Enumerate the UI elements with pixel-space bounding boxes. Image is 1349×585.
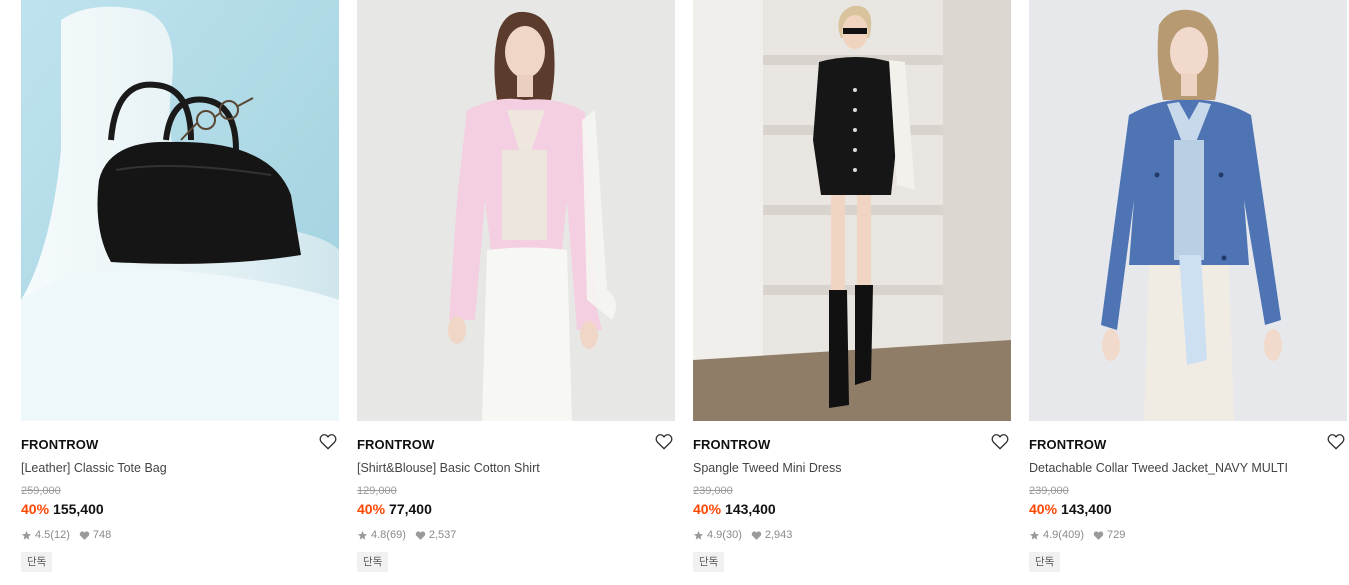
product-card[interactable]: FRONTROW [Shirt&Blouse] Basic Cotton Shi… [357, 0, 675, 585]
price-line: 40% 77,400 [357, 501, 432, 517]
product-grid: FRONTROW [Leather] Classic Tote Bag 259,… [21, 0, 1347, 585]
discount-rate: 40% [1029, 501, 1058, 517]
like-heart-icon [751, 530, 762, 541]
product-name[interactable]: Spangle Tweed Mini Dress [693, 461, 841, 475]
price-line: 40% 143,400 [1029, 501, 1112, 517]
bag-photo-illustration [21, 0, 339, 421]
rating-value: 4.8 [371, 529, 387, 541]
original-price: 239,000 [693, 485, 733, 497]
like-count: 748 [92, 529, 112, 541]
product-card[interactable]: FRONTROW Spangle Tweed Mini Dress 239,00… [693, 0, 1011, 585]
dress-photo-illustration [693, 0, 1011, 421]
original-price: 259,000 [21, 485, 61, 497]
rating-likes: 4.5 (12) 748 [21, 529, 111, 541]
sale-price: 143,400 [1061, 501, 1112, 517]
price-line: 40% 155,400 [21, 501, 104, 517]
star-icon [357, 530, 368, 541]
product-image-shirt[interactable] [357, 0, 675, 421]
star-icon [21, 530, 32, 541]
product-card[interactable]: FRONTROW [Leather] Classic Tote Bag 259,… [21, 0, 339, 585]
original-price: 129,000 [357, 485, 397, 497]
discount-rate: 40% [693, 501, 722, 517]
brand-name[interactable]: FRONTROW [21, 437, 98, 452]
jacket-photo-illustration [1029, 0, 1347, 421]
product-image-bag[interactable] [21, 0, 339, 421]
product-name[interactable]: Detachable Collar Tweed Jacket_NAVY MULT… [1029, 461, 1288, 475]
review-count: (409) [1058, 529, 1084, 541]
sale-price: 143,400 [725, 501, 776, 517]
product-image-dress[interactable] [693, 0, 1011, 421]
discount-rate: 40% [21, 501, 50, 517]
brand-name[interactable]: FRONTROW [1029, 437, 1106, 452]
like-count: 2,943 [764, 529, 793, 541]
sale-price: 155,400 [53, 501, 104, 517]
wishlist-heart-icon[interactable] [655, 433, 675, 451]
wishlist-heart-icon[interactable] [319, 433, 339, 451]
like-heart-icon [415, 530, 426, 541]
exclusive-badge: 단독 [21, 552, 53, 572]
rating-likes: 4.8 (69) 2,537 [357, 529, 456, 541]
original-price: 239,000 [1029, 485, 1069, 497]
price-line: 40% 143,400 [693, 501, 776, 517]
exclusive-badge: 단독 [357, 552, 389, 572]
brand-name[interactable]: FRONTROW [693, 437, 770, 452]
product-name[interactable]: [Leather] Classic Tote Bag [21, 461, 167, 475]
rating-value: 4.9 [1043, 529, 1059, 541]
brand-name[interactable]: FRONTROW [357, 437, 434, 452]
product-card[interactable]: FRONTROW Detachable Collar Tweed Jacket_… [1029, 0, 1347, 585]
review-count: (12) [50, 529, 70, 541]
wishlist-heart-icon[interactable] [991, 433, 1011, 451]
exclusive-badge: 단독 [1029, 552, 1061, 572]
star-icon [693, 530, 704, 541]
like-heart-icon [79, 530, 90, 541]
rating-value: 4.5 [35, 529, 51, 541]
wishlist-heart-icon[interactable] [1327, 433, 1347, 451]
like-count: 729 [1106, 529, 1126, 541]
review-count: (69) [386, 529, 406, 541]
like-count: 2,537 [428, 529, 457, 541]
discount-rate: 40% [357, 501, 386, 517]
shirt-photo-illustration [357, 0, 675, 421]
product-name[interactable]: [Shirt&Blouse] Basic Cotton Shirt [357, 461, 540, 475]
like-heart-icon [1093, 530, 1104, 541]
rating-likes: 4.9 (30) 2,943 [693, 529, 792, 541]
star-icon [1029, 530, 1040, 541]
product-image-jacket[interactable] [1029, 0, 1347, 421]
rating-value: 4.9 [707, 529, 723, 541]
rating-likes: 4.9 (409) 729 [1029, 529, 1125, 541]
exclusive-badge: 단독 [693, 552, 725, 572]
sale-price: 77,400 [389, 501, 432, 517]
review-count: (30) [722, 529, 742, 541]
